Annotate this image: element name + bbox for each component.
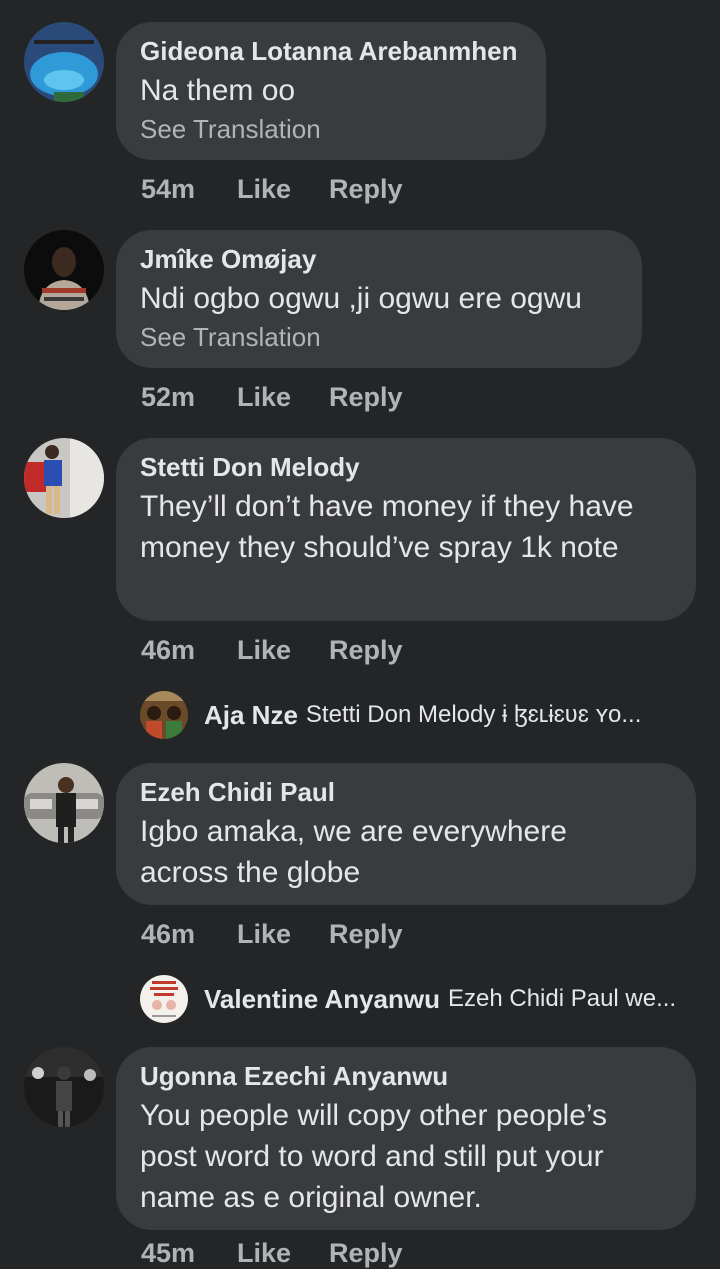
see-translation-link[interactable]: See Translation — [140, 319, 618, 355]
reply-text: Ezeh Chidi Paul we... — [447, 985, 677, 1012]
avatar[interactable] — [24, 763, 104, 843]
comment-bubble[interactable]: Stetti Don Melody They’ll don’t have mon… — [116, 438, 696, 621]
comment-text: name as e original owner. — [140, 1181, 482, 1214]
like-button[interactable]: Like — [237, 382, 329, 413]
comment-text: Ndi ogbo ogwu ,ji ogwu ere ogwu — [140, 282, 582, 315]
like-button[interactable]: Like — [237, 174, 329, 205]
reply-author[interactable]: Valentine Anyanwu — [204, 984, 440, 1015]
comment-bubble[interactable]: Jmîke Omøjay Ndi ogbo ogwu ,ji ogwu ere … — [116, 230, 642, 368]
comment-text: Igbo amaka, we are everywhere — [140, 815, 567, 848]
comment-text: You people will copy other people’s — [140, 1099, 608, 1132]
avatar[interactable] — [140, 975, 188, 1023]
comment-actions: 54m Like Reply — [141, 174, 403, 205]
comment-actions: 46m Like Reply — [141, 635, 403, 666]
comment-time: 46m — [141, 919, 196, 949]
see-translation-link[interactable]: See Translation — [140, 111, 522, 147]
reply-button[interactable]: Reply — [329, 919, 403, 950]
comment-author[interactable]: Gideona Lotanna Arebanmhen — [140, 36, 522, 66]
reply-text: Stetti Don Melody ɨ ɮɛʟɨɛʋɛ ʏo... — [305, 701, 642, 728]
avatar[interactable] — [140, 691, 188, 739]
comment-time: 46m — [141, 635, 196, 665]
comment-author[interactable]: Jmîke Omøjay — [140, 244, 618, 274]
avatar[interactable] — [24, 230, 104, 310]
comment-actions: 46m Like Reply — [141, 919, 403, 950]
comment-text: post word to word and still put your — [140, 1140, 604, 1173]
like-button[interactable]: Like — [237, 1238, 329, 1269]
comment-actions: 45m Like Reply — [141, 1238, 403, 1269]
like-button[interactable]: Like — [237, 919, 329, 950]
comment-text: They’ll don’t have money if they have — [140, 490, 634, 523]
comment-bubble[interactable]: Gideona Lotanna Arebanmhen Na them oo Se… — [116, 22, 546, 160]
comment-text: money they should’ve spray 1k note — [140, 531, 619, 564]
comment-bubble[interactable]: Ezeh Chidi Paul Igbo amaka, we are every… — [116, 763, 696, 905]
comment-bubble[interactable]: Ugonna Ezechi Anyanwu You people will co… — [116, 1047, 696, 1230]
comment-actions: 52m Like Reply — [141, 382, 403, 413]
avatar[interactable] — [24, 1047, 104, 1127]
comment-author[interactable]: Ezeh Chidi Paul — [140, 777, 672, 807]
comment-author[interactable]: Ugonna Ezechi Anyanwu — [140, 1061, 672, 1091]
reply-button[interactable]: Reply — [329, 174, 403, 205]
comment-time: 45m — [141, 1238, 196, 1268]
reply-button[interactable]: Reply — [329, 1238, 403, 1269]
avatar[interactable] — [24, 438, 104, 518]
like-button[interactable]: Like — [237, 635, 329, 666]
comment-time: 54m — [141, 174, 196, 204]
comment-text: Na them oo — [140, 74, 296, 107]
avatar[interactable] — [24, 22, 104, 102]
reply-preview[interactable]: Valentine Anyanwu Ezeh Chidi Paul we... — [140, 975, 700, 1023]
reply-button[interactable]: Reply — [329, 635, 403, 666]
reply-author[interactable]: Aja Nze — [204, 700, 298, 731]
comment-time: 52m — [141, 382, 196, 412]
reply-button[interactable]: Reply — [329, 382, 403, 413]
comment-author[interactable]: Stetti Don Melody — [140, 452, 672, 482]
reply-preview[interactable]: Aja Nze Stetti Don Melody ɨ ɮɛʟɨɛʋɛ ʏo..… — [140, 691, 700, 739]
comment-text: across the globe — [140, 856, 361, 889]
